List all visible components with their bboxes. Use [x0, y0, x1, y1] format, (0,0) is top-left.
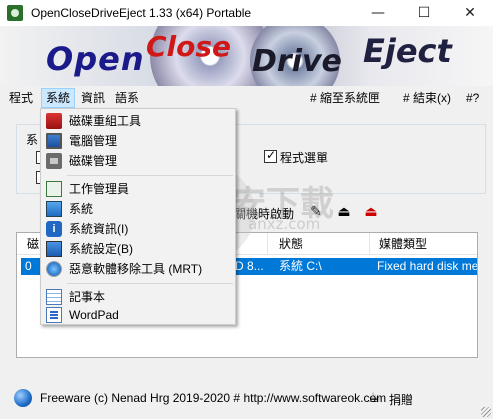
banner-word-eject: Eject	[363, 32, 452, 70]
menu-item-label: 磁碟管理	[69, 154, 118, 168]
banner-word-open: Open	[46, 40, 145, 78]
system-dropdown-menu: 磁碟重組工具 電腦管理 磁碟管理 工作管理員 系統 系統資訊(I) 系統設定(B…	[40, 108, 236, 325]
menu-program[interactable]: 程式	[5, 88, 37, 108]
menu-item-label: 系統設定(B)	[69, 242, 133, 256]
app-banner: Open Close Drive Eject	[0, 26, 493, 86]
menu-system[interactable]: 系統	[41, 88, 76, 108]
row-status: 系統 C:\	[279, 259, 322, 273]
watermark-subtext: anxz.com	[248, 215, 321, 233]
close-button[interactable]: ✕	[447, 0, 493, 26]
menu-item-label: 系統資訊(I)	[69, 222, 129, 236]
globe-icon[interactable]	[14, 389, 32, 407]
banner-word-drive: Drive	[252, 44, 342, 79]
coffee-cup-icon[interactable]: ☕	[368, 389, 381, 406]
menu-help[interactable]: #?	[466, 87, 479, 109]
system-icon	[46, 201, 62, 217]
menu-item-task-manager[interactable]: 工作管理員	[41, 179, 235, 199]
menu-bar: 程式 系統 資訊 語系 # 縮至系統匣 # 結束(x) #?	[0, 87, 493, 109]
column-header-status[interactable]: 狀態	[279, 233, 303, 255]
menu-item-label: 磁碟重組工具	[69, 114, 142, 128]
row-drive-name: D 8...	[235, 259, 264, 273]
program-menu-checkbox[interactable]	[264, 148, 277, 163]
menu-item-system[interactable]: 系統	[41, 199, 235, 219]
menu-item-computer-management[interactable]: 電腦管理	[41, 131, 235, 151]
column-header-media-type[interactable]: 媒體類型	[379, 233, 427, 255]
menu-item-label: 記事本	[69, 290, 106, 304]
task-manager-icon	[46, 181, 62, 197]
column-header-drive[interactable]: 磁	[27, 233, 39, 255]
minimize-button[interactable]: —	[355, 0, 401, 26]
title-bar: OpenCloseDriveEject 1.33 (x64) Portable …	[0, 0, 493, 26]
window-title: OpenCloseDriveEject 1.33 (x64) Portable	[31, 6, 252, 20]
menu-item-label: 工作管理員	[69, 182, 130, 196]
maximize-button[interactable]: ☐	[401, 0, 447, 26]
app-icon	[7, 5, 23, 21]
resize-grip[interactable]	[481, 407, 491, 417]
computer-management-icon	[46, 133, 62, 149]
menu-item-mrt[interactable]: 惡意軟體移除工具 (MRT)	[41, 259, 235, 279]
row-media-type: Fixed hard disk medi	[377, 259, 477, 273]
menu-item-label: WordPad	[69, 308, 119, 322]
system-config-icon	[46, 241, 62, 257]
groupbox-label: 系	[26, 133, 39, 147]
menu-item-system-config[interactable]: 系統設定(B)	[41, 239, 235, 259]
menu-item-notepad[interactable]: 記事本	[41, 287, 235, 307]
defrag-icon	[46, 113, 62, 129]
menu-item-wordpad[interactable]: WordPad	[41, 305, 235, 325]
system-info-icon	[46, 221, 62, 237]
donate-link[interactable]: 捐贈	[389, 391, 413, 408]
menu-language[interactable]: 語系	[111, 88, 143, 108]
menu-item-label: 惡意軟體移除工具 (MRT)	[69, 262, 203, 276]
eject-drive-icon[interactable]: ⏏	[361, 202, 381, 220]
status-text[interactable]: Freeware (c) Nenad Hrg 2019-2020 # http:…	[40, 391, 386, 405]
menu-item-system-info[interactable]: 系統資訊(I)	[41, 219, 235, 239]
menu-exit[interactable]: # 結束(x)	[403, 87, 451, 109]
menu-info[interactable]: 資訊	[77, 88, 109, 108]
mrt-icon	[46, 261, 62, 277]
program-menu-label: 程式選單	[280, 151, 329, 165]
disk-management-icon	[46, 153, 62, 169]
open-drive-icon[interactable]: ⏏	[334, 202, 354, 220]
wordpad-icon	[46, 307, 62, 323]
menu-separator	[67, 175, 233, 176]
menu-item-disk-management[interactable]: 磁碟管理	[41, 151, 235, 171]
notepad-icon	[46, 289, 62, 305]
menu-shrink-to-tray[interactable]: # 縮至系統匣	[310, 87, 380, 109]
menu-item-label: 電腦管理	[69, 134, 118, 148]
menu-separator	[67, 283, 233, 284]
row-drive-number: 0	[25, 259, 32, 273]
menu-item-label: 系統	[69, 202, 94, 216]
banner-word-close: Close	[146, 30, 232, 63]
menu-item-defrag[interactable]: 磁碟重組工具	[41, 111, 235, 131]
